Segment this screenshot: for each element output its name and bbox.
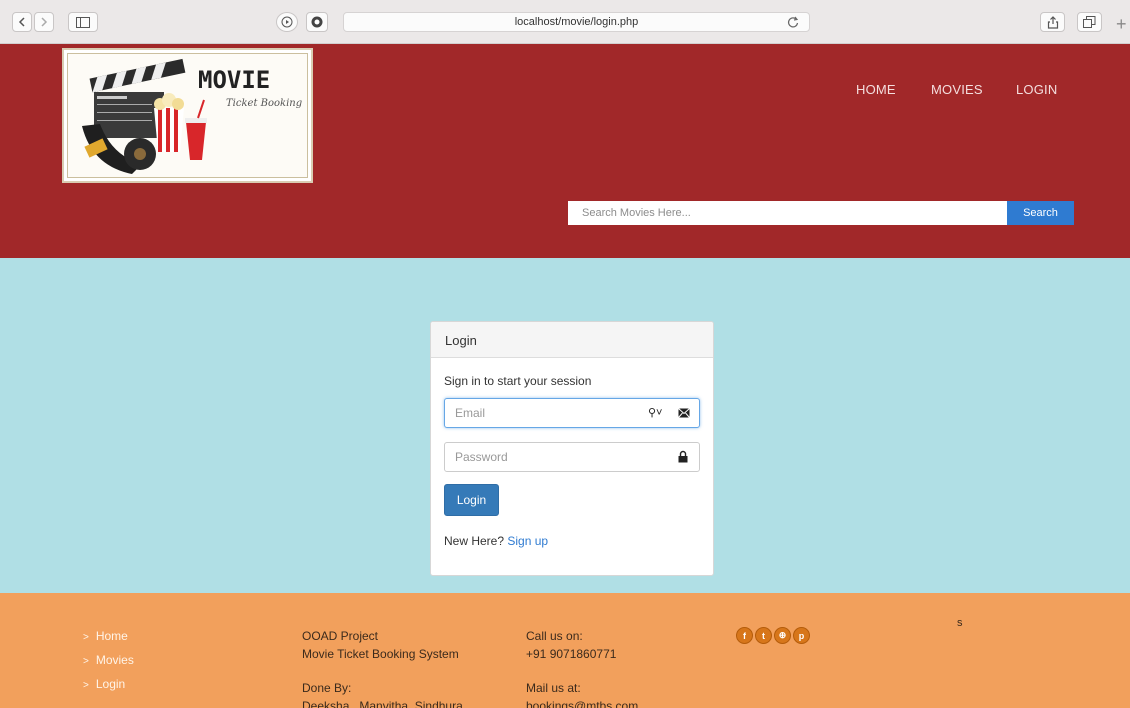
footer-contact-info: Call us on: +91 9071860771 Mail us at: b… [526, 627, 638, 708]
lock-icon [678, 450, 688, 463]
url-text: localhost/movie/login.php [514, 16, 639, 28]
login-panel-title: Login [431, 322, 713, 358]
address-bar[interactable]: localhost/movie/login.php [343, 12, 810, 32]
login-panel: Login Sign in to start your session Emai… [430, 321, 714, 576]
chevron-left-icon [18, 17, 25, 27]
password-key-icon[interactable]: ⚲˅ [648, 406, 662, 419]
footer-link-movies[interactable]: > Movies [83, 653, 134, 667]
nav-movies[interactable]: MOVIES [931, 82, 983, 97]
phone-number: +91 9071860771 [526, 647, 617, 661]
footer-link-label: Home [95, 629, 128, 643]
nav-home[interactable]: HOME [856, 82, 896, 97]
footer-stray-text: s [957, 617, 963, 629]
reload-icon[interactable] [787, 16, 799, 29]
search-input[interactable]: Search Movies Here... [568, 201, 1008, 225]
forward-button[interactable] [34, 12, 54, 32]
tabs-icon [1083, 16, 1096, 28]
chevron-right-icon: > [83, 632, 89, 643]
footer-project-info: OOAD Project Movie Ticket Booking System… [302, 627, 463, 708]
site-footer: > Home > Movies > Login OOAD Project Movie … [0, 593, 1130, 708]
project-title: OOAD Project [302, 629, 379, 643]
done-by-label: Done By: [302, 681, 352, 695]
facebook-icon[interactable]: f [736, 627, 753, 644]
contact-email: bookings@mtbs.com [526, 699, 639, 708]
pinterest-icon[interactable]: p [793, 627, 810, 644]
twitter-icon[interactable]: t [755, 627, 772, 644]
play-button[interactable] [276, 12, 298, 32]
email-field[interactable]: Email ⚲˅ [444, 398, 700, 428]
back-button[interactable] [12, 12, 32, 32]
mail-label: Mail us at: [526, 681, 581, 695]
dribbble-icon[interactable]: ⊕ [774, 627, 791, 644]
password-field[interactable]: Password [444, 442, 700, 472]
footer-link-home[interactable]: > Home [83, 629, 128, 643]
tabs-button[interactable] [1077, 12, 1102, 32]
clapperboard-popcorn-illustration [82, 58, 207, 174]
search-placeholder: Search Movies Here... [582, 207, 691, 219]
login-message: Sign in to start your session [444, 374, 592, 388]
footer-link-label: Login [95, 677, 126, 691]
sidebar-icon [76, 16, 90, 28]
signup-link[interactable]: Sign up [507, 534, 548, 548]
new-here-text: New Here? [444, 534, 505, 548]
email-placeholder: Email [455, 406, 486, 420]
extension-icon [311, 16, 323, 28]
share-icon [1047, 15, 1058, 29]
nav-login[interactable]: LOGIN [1016, 82, 1057, 97]
main-content: Login Sign in to start your session Emai… [0, 258, 1130, 593]
search-button[interactable]: Search [1007, 201, 1074, 225]
social-links: f t ⊕ p [736, 627, 810, 644]
site-logo[interactable]: MOVIE Ticket Booking [62, 48, 313, 183]
browser-toolbar: localhost/movie/login.php + [0, 0, 1130, 44]
project-subtitle: Movie Ticket Booking System [302, 647, 459, 661]
password-placeholder: Password [455, 450, 508, 464]
footer-link-login[interactable]: > Login [83, 677, 125, 691]
done-by-names: Deeksha , Manvitha, Sindhura [302, 699, 463, 708]
new-tab-button[interactable]: + [1116, 14, 1127, 35]
footer-link-label: Movies [95, 653, 134, 667]
call-label: Call us on: [526, 629, 583, 643]
logo-frame: MOVIE Ticket Booking [67, 53, 308, 178]
extension-button[interactable] [306, 12, 328, 32]
sidebar-toggle-button[interactable] [68, 12, 98, 32]
logo-subtitle: Ticket Booking [226, 98, 303, 109]
play-icon [281, 16, 293, 28]
site-header: MOVIE Ticket Booking HOME MOVIES LOGIN S… [0, 44, 1130, 258]
chevron-right-icon: > [83, 656, 89, 667]
signup-prompt: New Here? Sign up [444, 534, 548, 548]
chevron-right-icon [41, 17, 48, 27]
envelope-icon [678, 408, 690, 418]
share-button[interactable] [1040, 12, 1065, 32]
login-button[interactable]: Login [444, 484, 499, 516]
logo-title: MOVIE [198, 66, 271, 94]
chevron-right-icon: > [83, 680, 89, 691]
